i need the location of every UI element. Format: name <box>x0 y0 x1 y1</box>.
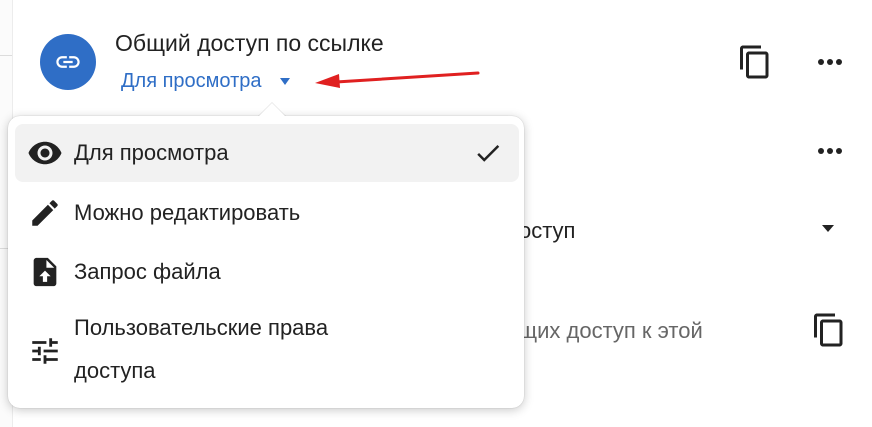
permission-dropdown-label: Для просмотра <box>121 69 262 92</box>
file-upload-icon <box>27 254 63 290</box>
sharing-panel: Общий доступ по ссылке Для просмотра ост… <box>0 0 872 427</box>
pencil-icon <box>27 195 63 231</box>
share-link-avatar <box>40 34 96 90</box>
checkmark-icon <box>473 138 503 173</box>
permission-option-view[interactable]: Для просмотра <box>15 124 519 182</box>
more-horizontal-icon <box>815 58 845 66</box>
permission-option-edit[interactable]: Можно редактировать <box>15 184 519 242</box>
menu-pointer <box>258 103 286 117</box>
row-more-button[interactable] <box>810 137 850 165</box>
permission-option-custom[interactable]: Пользовательские права доступа <box>15 306 519 396</box>
share-link-more-button[interactable] <box>810 48 850 76</box>
red-arrow-annotation <box>315 71 480 88</box>
share-link-row: Общий доступ по ссылке Для просмотра <box>0 0 872 110</box>
more-horizontal-icon <box>815 147 845 155</box>
copy-icon <box>811 312 847 348</box>
caret-down-icon <box>279 77 290 85</box>
caret-down-icon[interactable] <box>822 225 834 232</box>
permission-option-label: Запрос файла <box>74 259 221 284</box>
sliders-icon <box>27 333 63 369</box>
permission-option-label-continued: доступа <box>74 358 156 383</box>
permission-dropdown-trigger[interactable]: Для просмотра <box>121 68 290 94</box>
copy-button[interactable] <box>810 311 848 349</box>
eye-icon <box>27 135 63 171</box>
permission-option-label: Пользовательские права <box>74 315 329 340</box>
copy-link-button[interactable] <box>736 43 774 81</box>
permission-option-file-request[interactable]: Запрос файла <box>15 243 519 301</box>
permission-option-label: Для просмотра <box>74 140 229 165</box>
link-icon <box>54 48 82 76</box>
permission-option-label: Можно редактировать <box>74 200 301 225</box>
background-description-text: щих доступ к этой <box>519 318 703 343</box>
background-access-label: оступ <box>519 218 576 243</box>
share-link-title: Общий доступ по ссылке <box>115 30 384 56</box>
copy-icon <box>737 44 773 80</box>
permission-menu: Для просмотра Можно редактировать Запрос… <box>8 116 524 408</box>
